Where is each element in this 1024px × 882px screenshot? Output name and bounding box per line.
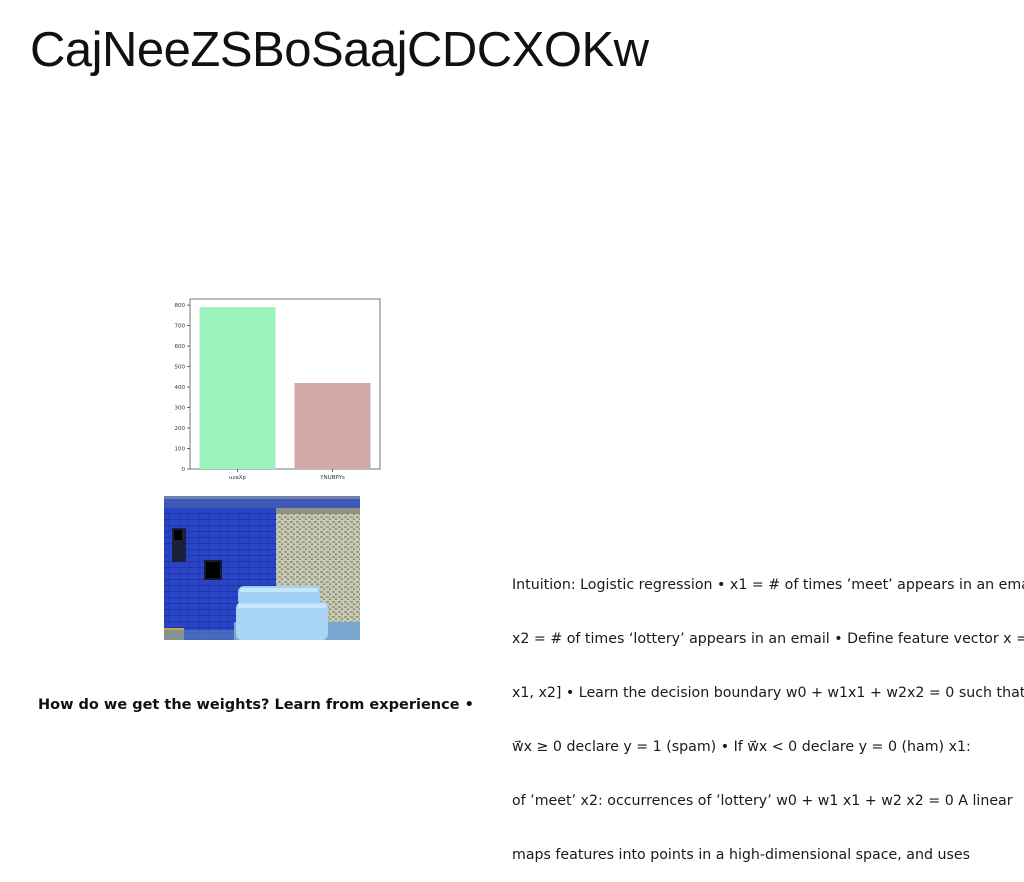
blue-room-photo-icon xyxy=(164,496,360,640)
footer-text: How do we get the weights? Learn from ex… xyxy=(38,697,474,713)
body-line: Intuition: Logistic regression • x1 = # … xyxy=(512,577,1024,593)
y-tick-label: 300 xyxy=(175,406,186,412)
y-tick-label: 600 xyxy=(175,344,186,350)
y-tick-label: 800 xyxy=(175,303,186,309)
body-line: w⃗x ≥ 0 declare y = 1 (spam) • If w⃗x < … xyxy=(512,739,971,755)
y-tick-label: 0 xyxy=(182,467,186,473)
x-tick-label: YNUBPYs xyxy=(319,475,345,481)
y-tick-label: 700 xyxy=(175,324,186,330)
x-tick-label: uzaXp xyxy=(229,475,247,481)
y-tick-label: 500 xyxy=(175,365,186,371)
bar xyxy=(294,382,371,469)
bar-chart: 0 100 200 300 400 500 600 700 800 uzaXp YNUBPYs xyxy=(163,293,385,485)
body-line: x1, x2] • Learn the decision boundary w0… xyxy=(512,685,1024,701)
page-title: CajNeeZSBoSaajCDCXOKw xyxy=(30,23,649,77)
y-tick-label: 100 xyxy=(175,447,186,453)
body-line: maps features into points in a high-dime… xyxy=(512,847,970,863)
bar xyxy=(199,307,276,469)
body-line: x2 = # of times ‘lottery’ appears in an … xyxy=(512,631,1024,647)
body-text: Intuition: Logistic regression • x1 = # … xyxy=(512,540,1024,882)
y-tick-label: 200 xyxy=(175,426,186,432)
body-line: of ’meet’ x2: occurrences of ’lottery’ w… xyxy=(512,793,1013,809)
y-tick-label: 400 xyxy=(175,385,186,391)
